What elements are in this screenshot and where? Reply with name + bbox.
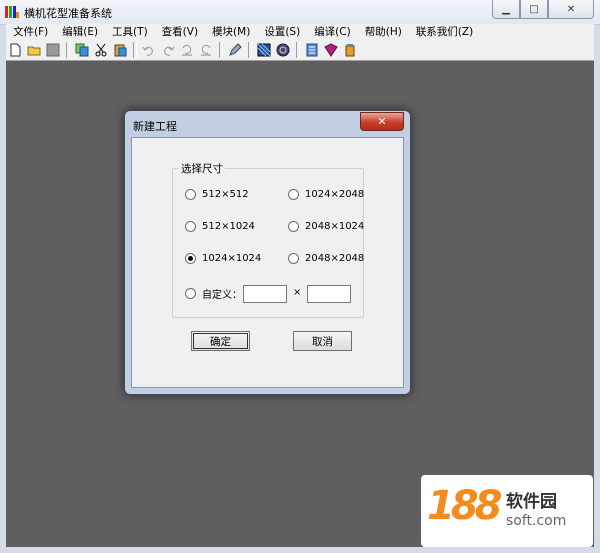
radio-label: 512×1024 (202, 221, 255, 232)
copy-icon (75, 43, 89, 57)
radio-2048x2048[interactable]: 2048×2048 (288, 253, 364, 264)
menu-bar: 文件(F) 编辑(E) 工具(T) 查看(V) 模块(M) 设置(S) 编译(C… (6, 24, 594, 40)
radio-label: 2048×1024 (305, 221, 365, 232)
menu-tools[interactable]: 工具(T) (105, 24, 155, 40)
radio-dot-icon (185, 288, 196, 299)
menu-file[interactable]: 文件(F) (6, 24, 55, 40)
title-bar: 横机花型准备系统 ▁ □ ✕ (0, 0, 600, 25)
undo-icon (142, 46, 153, 56)
radio-dot-icon (288, 189, 299, 200)
cut-button[interactable] (92, 41, 110, 59)
toolbar (6, 40, 594, 61)
open-button[interactable] (25, 41, 43, 59)
menu-view[interactable]: 查看(V) (155, 24, 205, 40)
window-title: 横机花型准备系统 (24, 7, 112, 20)
cancel-button[interactable]: 取消 (293, 331, 352, 351)
jar-icon (345, 44, 355, 57)
pen-button[interactable] (226, 41, 244, 59)
radio-512x512[interactable]: 512×512 (185, 189, 249, 200)
pattern-icon (257, 43, 271, 57)
notebook-button[interactable] (303, 41, 321, 59)
gray-square-icon (46, 43, 60, 57)
toolbar-separator (133, 42, 137, 58)
notebook-icon (306, 43, 318, 57)
cut-icon (95, 43, 107, 57)
jar-button[interactable] (341, 41, 359, 59)
watermark-logo: 188 软件园 soft.com (421, 475, 593, 547)
maximize-icon: □ (529, 3, 539, 15)
radio-1024x2048[interactable]: 1024×2048 (288, 189, 364, 200)
redo-button[interactable] (159, 41, 177, 59)
paste-icon (114, 44, 127, 57)
toolbar-separator (296, 42, 300, 58)
dialog-title: 新建工程 (133, 120, 177, 133)
menu-help[interactable]: 帮助(H) (358, 24, 409, 40)
radio-custom[interactable]: 自定义： (185, 286, 242, 301)
pen-icon (229, 43, 242, 56)
menu-module[interactable]: 模块(M) (205, 24, 257, 40)
pattern-button[interactable] (255, 41, 273, 59)
watermark-site: soft.com (506, 513, 567, 529)
menu-settings[interactable]: 设置(S) (257, 24, 307, 40)
radio-dot-icon (185, 221, 196, 232)
toolbar-separator (248, 42, 252, 58)
menu-edit[interactable]: 编辑(E) (55, 24, 105, 40)
radio-512x1024[interactable]: 512×1024 (185, 221, 255, 232)
paste-button[interactable] (111, 41, 129, 59)
radio-label: 2048×2048 (305, 253, 365, 264)
new-file-icon (10, 43, 21, 57)
radio-label: 1024×1024 (202, 253, 262, 264)
knit-icon (276, 43, 290, 57)
book-button[interactable] (322, 41, 340, 59)
radio-dot-icon (185, 189, 196, 200)
menu-contact[interactable]: 联系我们(Z) (409, 24, 480, 40)
dialog-close-button[interactable]: ✕ (360, 112, 404, 131)
toolbar-separator (219, 42, 223, 58)
open-folder-icon (27, 46, 41, 56)
undo-all-button[interactable] (178, 41, 196, 59)
copy-button[interactable] (73, 41, 91, 59)
gray-square-button[interactable] (44, 41, 62, 59)
radio-dot-icon (288, 253, 299, 264)
size-groupbox: 选择尺寸 512×512 1024×2048 512×1024 2048×102… (172, 161, 364, 318)
new-project-dialog: 新建工程 ✕ 选择尺寸 512×512 1024×2048 512×1024 2… (124, 110, 411, 395)
radio-label: 512×512 (202, 189, 249, 200)
dialog-body: 选择尺寸 512×512 1024×2048 512×1024 2048×102… (131, 137, 404, 388)
redo-all-button[interactable] (197, 41, 215, 59)
custom-width-input[interactable] (243, 285, 287, 303)
app-icon (5, 6, 19, 18)
redo-icon (164, 46, 175, 56)
menu-compile[interactable]: 编译(C) (307, 24, 358, 40)
minimize-icon: ▁ (502, 3, 510, 15)
radio-label: 1024×2048 (305, 189, 365, 200)
knit-button[interactable] (274, 41, 292, 59)
close-icon: ✕ (377, 115, 387, 128)
close-icon: ✕ (566, 3, 576, 15)
new-file-button[interactable] (6, 41, 24, 59)
radio-dot-selected-icon (185, 253, 196, 264)
book-icon (324, 43, 338, 57)
custom-label: 自定义： (202, 290, 242, 301)
close-button[interactable]: ✕ (548, 0, 594, 19)
maximize-button[interactable]: □ (520, 0, 548, 19)
toolbar-separator (66, 42, 70, 58)
watermark-number: 188 (427, 483, 502, 529)
times-symbol: × (293, 287, 302, 298)
redo-all-icon (201, 44, 211, 56)
minimize-button[interactable]: ▁ (492, 0, 520, 19)
radio-1024x1024[interactable]: 1024×1024 (185, 253, 261, 264)
radio-2048x1024[interactable]: 2048×1024 (288, 221, 364, 232)
radio-dot-icon (288, 221, 299, 232)
undo-button[interactable] (140, 41, 158, 59)
watermark-name: 软件园 (506, 492, 557, 512)
custom-height-input[interactable] (307, 285, 351, 303)
app-window: 横机花型准备系统 ▁ □ ✕ 文件(F) 编辑(E) 工具(T) 查看(V) 模… (0, 0, 600, 553)
ok-button[interactable]: 确定 (191, 331, 250, 351)
undo-all-icon (182, 44, 192, 56)
size-group-label: 选择尺寸 (179, 161, 225, 176)
